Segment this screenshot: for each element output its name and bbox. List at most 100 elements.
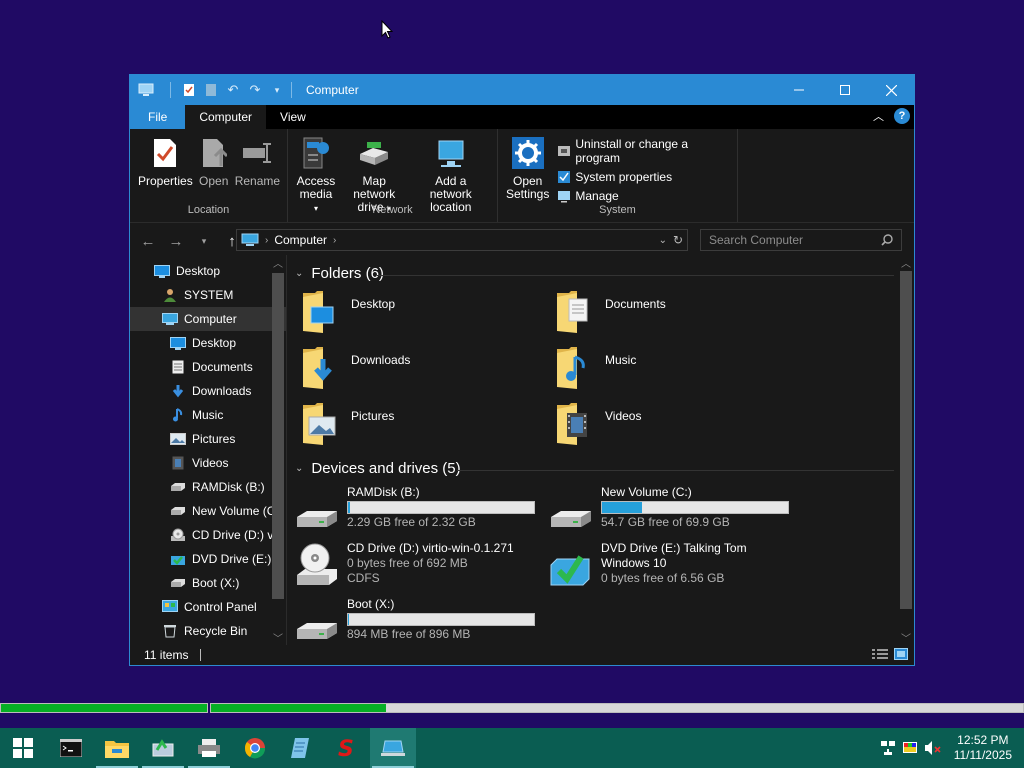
taskbar-browser[interactable] bbox=[232, 728, 278, 768]
folder-tile-downloads[interactable]: Downloads bbox=[301, 345, 410, 391]
access-media-label-2: media bbox=[299, 187, 333, 201]
new-folder-quick-icon[interactable] bbox=[203, 82, 219, 98]
drive-name: New Volume (C:) bbox=[601, 485, 692, 499]
content-pane: ⌄ Folders (6) Desktop Documents Downloads M… bbox=[286, 255, 914, 645]
sidebar-item-label: Downloads bbox=[192, 384, 252, 398]
sidebar-item-system[interactable]: SYSTEM bbox=[130, 283, 286, 307]
taskbar-s-app[interactable]: S bbox=[324, 728, 370, 768]
recent-locations-chevron-icon[interactable]: ▾ bbox=[192, 229, 216, 253]
scroll-up-icon[interactable]: ︿ bbox=[901, 255, 911, 270]
properties-quick-icon[interactable] bbox=[181, 82, 197, 98]
drive-icon bbox=[170, 576, 186, 590]
drive-name: CD Drive (D:) virtio-win-0.1.271 bbox=[347, 541, 514, 555]
sidebar-item-desktop[interactable]: Desktop bbox=[130, 331, 286, 355]
documents-icon bbox=[170, 360, 186, 374]
folder-label: Music bbox=[605, 353, 637, 367]
refresh-icon[interactable]: ↻ bbox=[673, 233, 683, 247]
search-box[interactable]: Search Computer bbox=[700, 229, 902, 251]
large-icons-view-icon[interactable] bbox=[894, 648, 908, 660]
collapse-ribbon-icon[interactable]: ︿ bbox=[873, 108, 884, 124]
sidebar-item-desktop[interactable]: Desktop bbox=[130, 259, 286, 283]
sidebar-item-recycle-bin[interactable]: Recycle Bin bbox=[130, 619, 286, 643]
drive-tile-cd-drive-d[interactable]: CD Drive (D:) virtio-win-0.1.271 0 bytes … bbox=[293, 541, 514, 590]
folders-section-header[interactable]: ⌄ Folders (6) bbox=[295, 265, 384, 282]
sidebar-item-dvd-drive-e-t[interactable]: DVD Drive (E:) T bbox=[130, 547, 286, 571]
sidebar-item-pictures[interactable]: Pictures bbox=[130, 427, 286, 451]
folder-tile-music[interactable]: Music bbox=[555, 345, 636, 391]
sidebar-item-videos[interactable]: Videos bbox=[130, 451, 286, 475]
mouse-cursor bbox=[381, 20, 393, 39]
uninstall-icon bbox=[557, 144, 571, 158]
sidebar-item-documents[interactable]: Documents bbox=[130, 355, 286, 379]
customize-quick-access-icon[interactable]: ▾ bbox=[269, 82, 285, 98]
drive-free-space: 2.29 GB free of 2.32 GB bbox=[347, 515, 476, 529]
scrollbar-thumb[interactable] bbox=[272, 273, 284, 599]
sidebar-item-computer[interactable]: Computer bbox=[130, 307, 286, 331]
search-input[interactable]: Search Computer bbox=[709, 233, 803, 247]
sidebar-item-label: New Volume (C bbox=[192, 504, 276, 518]
scroll-down-icon[interactable]: ﹀ bbox=[901, 630, 911, 645]
drive-usage-bar bbox=[601, 501, 789, 514]
drive-tile-ramdisk-b[interactable]: RAMDisk (B:) 2.29 GB free of 2.32 GB bbox=[293, 485, 535, 536]
sidebar-item-control-panel[interactable]: Control Panel bbox=[130, 595, 286, 619]
redo-icon[interactable]: ↷ bbox=[247, 82, 263, 98]
taskbar-app-3[interactable] bbox=[140, 728, 186, 768]
folder-tile-desktop[interactable]: Desktop bbox=[301, 289, 395, 335]
address-dropdown-icon[interactable]: ⌄ bbox=[659, 235, 667, 246]
tab-computer[interactable]: Computer bbox=[185, 105, 267, 129]
tab-file[interactable]: File bbox=[130, 105, 186, 129]
close-button[interactable] bbox=[868, 75, 914, 105]
folder-label: Documents bbox=[605, 297, 666, 311]
folder-tile-documents[interactable]: Documents bbox=[555, 289, 666, 335]
folder-tile-videos[interactable]: Videos bbox=[555, 401, 641, 447]
sidebar-item-music[interactable]: Music bbox=[130, 403, 286, 427]
notepad-icon bbox=[291, 738, 309, 758]
network-icon[interactable] bbox=[880, 740, 896, 756]
drives-section-header[interactable]: ⌄ Devices and drives (5) bbox=[295, 460, 461, 477]
open-icon bbox=[202, 139, 227, 167]
window-title: Computer bbox=[306, 83, 359, 97]
folder-tile-pictures[interactable]: Pictures bbox=[301, 401, 394, 447]
address-bar[interactable]: › Computer › ⌄ ↻ bbox=[236, 229, 688, 251]
taskbar-notepad[interactable] bbox=[278, 728, 324, 768]
taskbar-computer-window[interactable] bbox=[370, 728, 416, 768]
minimize-button[interactable] bbox=[776, 75, 822, 105]
drive-tile-boot-x[interactable]: Boot (X:) 894 MB free of 896 MB bbox=[293, 597, 535, 648]
sidebar-item-cd-drive-d-v[interactable]: CD Drive (D:) v bbox=[130, 523, 286, 547]
scrollbar-thumb[interactable] bbox=[900, 271, 912, 609]
folders-heading: Folders (6) bbox=[311, 265, 384, 282]
forward-arrow-icon[interactable]: → bbox=[164, 229, 188, 253]
sidebar-item-boot-x[interactable]: Boot (X:) bbox=[130, 571, 286, 595]
clock[interactable]: 12:52 PM 11/11/2025 bbox=[954, 733, 1012, 763]
drive-tile-new-volume-c[interactable]: New Volume (C:) 54.7 GB free of 69.9 GB bbox=[547, 485, 789, 536]
sidebar-item-downloads[interactable]: Downloads bbox=[130, 379, 286, 403]
chevron-down-icon: ⌄ bbox=[295, 463, 304, 474]
uninstall-program-button[interactable]: Uninstall or change a program bbox=[557, 137, 731, 165]
sidebar-item-ramdisk-b[interactable]: RAMDisk (B:) bbox=[130, 475, 286, 499]
breadcrumb-computer[interactable]: Computer bbox=[274, 233, 327, 247]
taskbar-command-prompt[interactable] bbox=[48, 728, 94, 768]
rename-icon bbox=[243, 143, 272, 163]
undo-icon[interactable]: ↶ bbox=[225, 82, 241, 98]
sidebar-item-new-volume-c[interactable]: New Volume (C bbox=[130, 499, 286, 523]
navigation-pane-scrollbar[interactable]: ︿ ﹀ bbox=[270, 255, 286, 645]
start-button[interactable] bbox=[0, 728, 46, 768]
volume-muted-icon[interactable] bbox=[924, 740, 942, 756]
help-icon[interactable]: ? bbox=[894, 108, 910, 124]
tab-view[interactable]: View bbox=[266, 105, 320, 129]
scroll-up-icon[interactable]: ︿ bbox=[273, 255, 283, 270]
title-bar[interactable]: ↶ ↷ ▾ Computer bbox=[130, 75, 914, 105]
taskbar-printer[interactable] bbox=[186, 728, 232, 768]
manage-button[interactable]: Manage bbox=[557, 189, 731, 203]
system-tray: 12:52 PM 11/11/2025 bbox=[880, 728, 1024, 768]
drive-tile-dvd-drive-e[interactable]: DVD Drive (E:) Talking Tom Windows 10 0 by… bbox=[547, 541, 747, 590]
folder-documents-icon bbox=[557, 291, 588, 333]
scroll-down-icon[interactable]: ﹀ bbox=[273, 630, 283, 645]
content-scrollbar[interactable]: ︿ ﹀ bbox=[898, 255, 914, 645]
maximize-button[interactable] bbox=[822, 75, 868, 105]
back-arrow-icon[interactable]: ← bbox=[136, 229, 160, 253]
system-properties-button[interactable]: System properties bbox=[557, 170, 731, 184]
details-view-icon[interactable] bbox=[872, 648, 888, 660]
color-display-icon[interactable] bbox=[902, 740, 918, 756]
taskbar-file-explorer[interactable] bbox=[94, 728, 140, 768]
